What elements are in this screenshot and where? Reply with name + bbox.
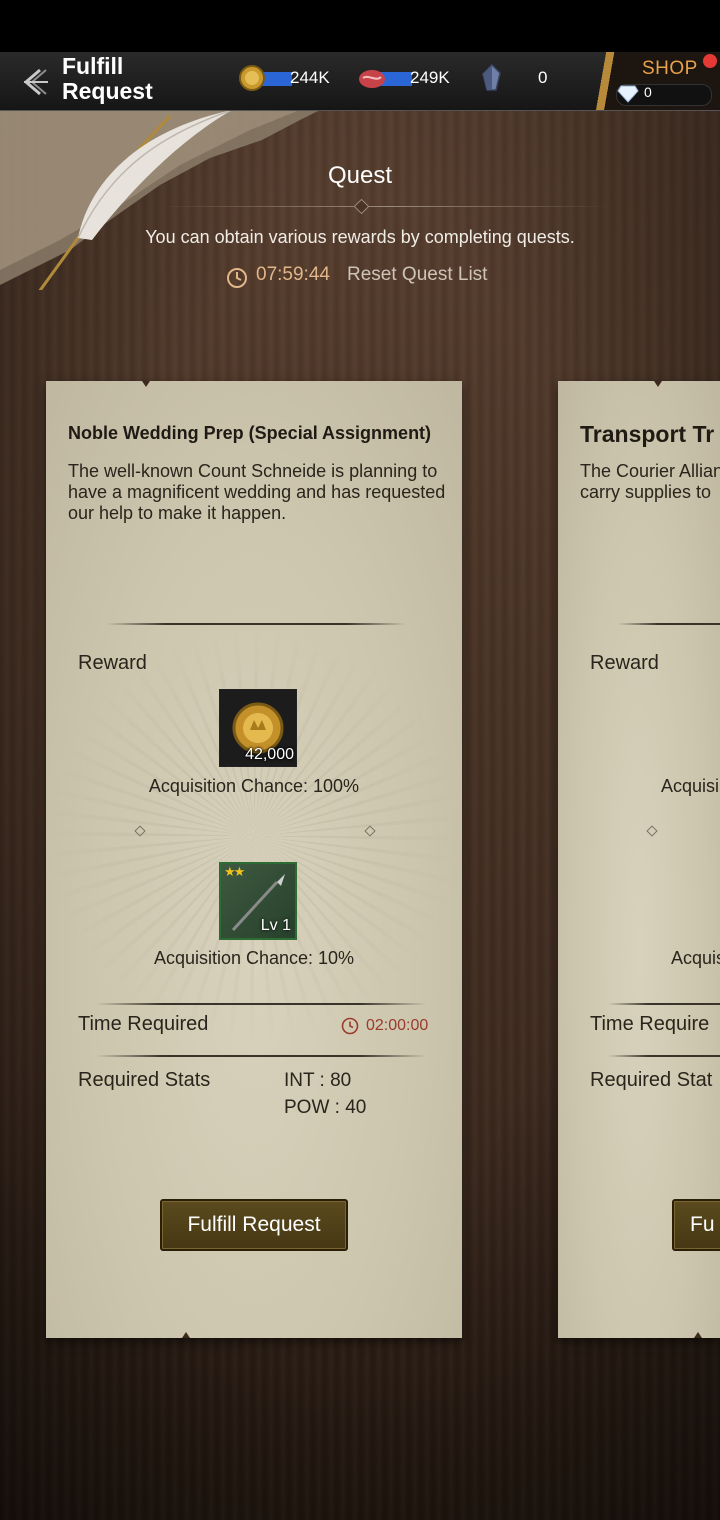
shop-notification-dot [703, 54, 717, 68]
clock-icon [227, 268, 247, 288]
divider [106, 623, 406, 625]
time-required-label: Time Required [78, 1013, 209, 1035]
reward-label: Reward [590, 652, 659, 674]
divider [618, 623, 720, 625]
title-line-2: Request [62, 78, 153, 104]
quest-name: Transport Tr [580, 421, 715, 447]
divider [96, 1003, 426, 1005]
time-required-label: Time Require [590, 1013, 710, 1035]
page-title: Fulfill Request [62, 54, 153, 104]
acquisition-chance: Acquisition Chance: 100% [148, 776, 360, 796]
meat-value: 249K [410, 68, 450, 87]
crystal-icon [482, 64, 501, 91]
fulfill-request-button[interactable]: Fulfill Request [160, 1199, 348, 1251]
gold-coin-icon [239, 65, 265, 91]
description-line: carry supplies to [580, 482, 712, 502]
required-stats: INT : 80 POW : 40 [284, 1067, 366, 1121]
stat-int: INT : 80 [284, 1070, 352, 1091]
gem-value: 0 [644, 84, 652, 100]
divider [96, 1055, 426, 1057]
back-arrow-icon[interactable] [16, 64, 52, 100]
card-sunburst [46, 561, 462, 1061]
quest-title: Quest [327, 162, 393, 189]
title-line-1: Fulfill [62, 53, 124, 79]
quest-card: Noble Wedding Prep (Special Assignment) … [46, 381, 462, 1338]
required-stats-label: Required Stat [590, 1069, 713, 1091]
card-notch [694, 1332, 702, 1338]
acquisition-chance: Acquisi [661, 776, 720, 796]
reward-label: Reward [78, 652, 147, 674]
card-notch [142, 381, 150, 387]
divider-ornament [646, 825, 658, 837]
quest-card: Transport Tr The Courier Allian carry su… [558, 381, 720, 1338]
time-required-value: 02:00:00 [366, 1017, 429, 1034]
divider [608, 1055, 720, 1057]
meat-icon [359, 70, 385, 88]
status-bar [0, 0, 720, 52]
reward-quantity: 42,000 [245, 746, 294, 763]
quest-description: You can obtain various rewards by comple… [145, 227, 575, 247]
quest-description: The Courier Allian carry supplies to [580, 461, 720, 503]
stat-pow: POW : 40 [284, 1097, 367, 1118]
reward-item-gold[interactable]: 42,000 [219, 689, 297, 767]
reset-timer: 07:59:44 [256, 264, 330, 285]
quest-divider [160, 206, 610, 207]
fulfill-request-button[interactable]: Fu [672, 1199, 720, 1251]
shop-label[interactable]: SHOP [642, 58, 698, 80]
card-notch [182, 1332, 190, 1338]
item-level: Lv 1 [260, 917, 291, 934]
acquisition-chance: Acquis [671, 948, 720, 968]
required-stats-label: Required Stats [78, 1069, 211, 1091]
quest-name: Noble Wedding Prep (Special Assignment) [68, 423, 432, 443]
quill-decoration [0, 110, 320, 290]
quest-description: The well-known Count Schneide is plannin… [68, 461, 446, 523]
divider [608, 1003, 720, 1005]
acquisition-chance: Acquisition Chance: 10% [153, 948, 355, 968]
clock-icon [341, 1017, 359, 1035]
card-notch [654, 381, 662, 387]
reset-quest-list-link[interactable]: Reset Quest List [347, 264, 487, 286]
description-line: The Courier Allian [580, 461, 720, 481]
crystal-value: 0 [538, 68, 548, 87]
gold-value: 244K [290, 68, 330, 87]
reward-item-spear[interactable]: ★★ Lv 1 [219, 862, 297, 940]
diamond-icon [617, 85, 639, 103]
